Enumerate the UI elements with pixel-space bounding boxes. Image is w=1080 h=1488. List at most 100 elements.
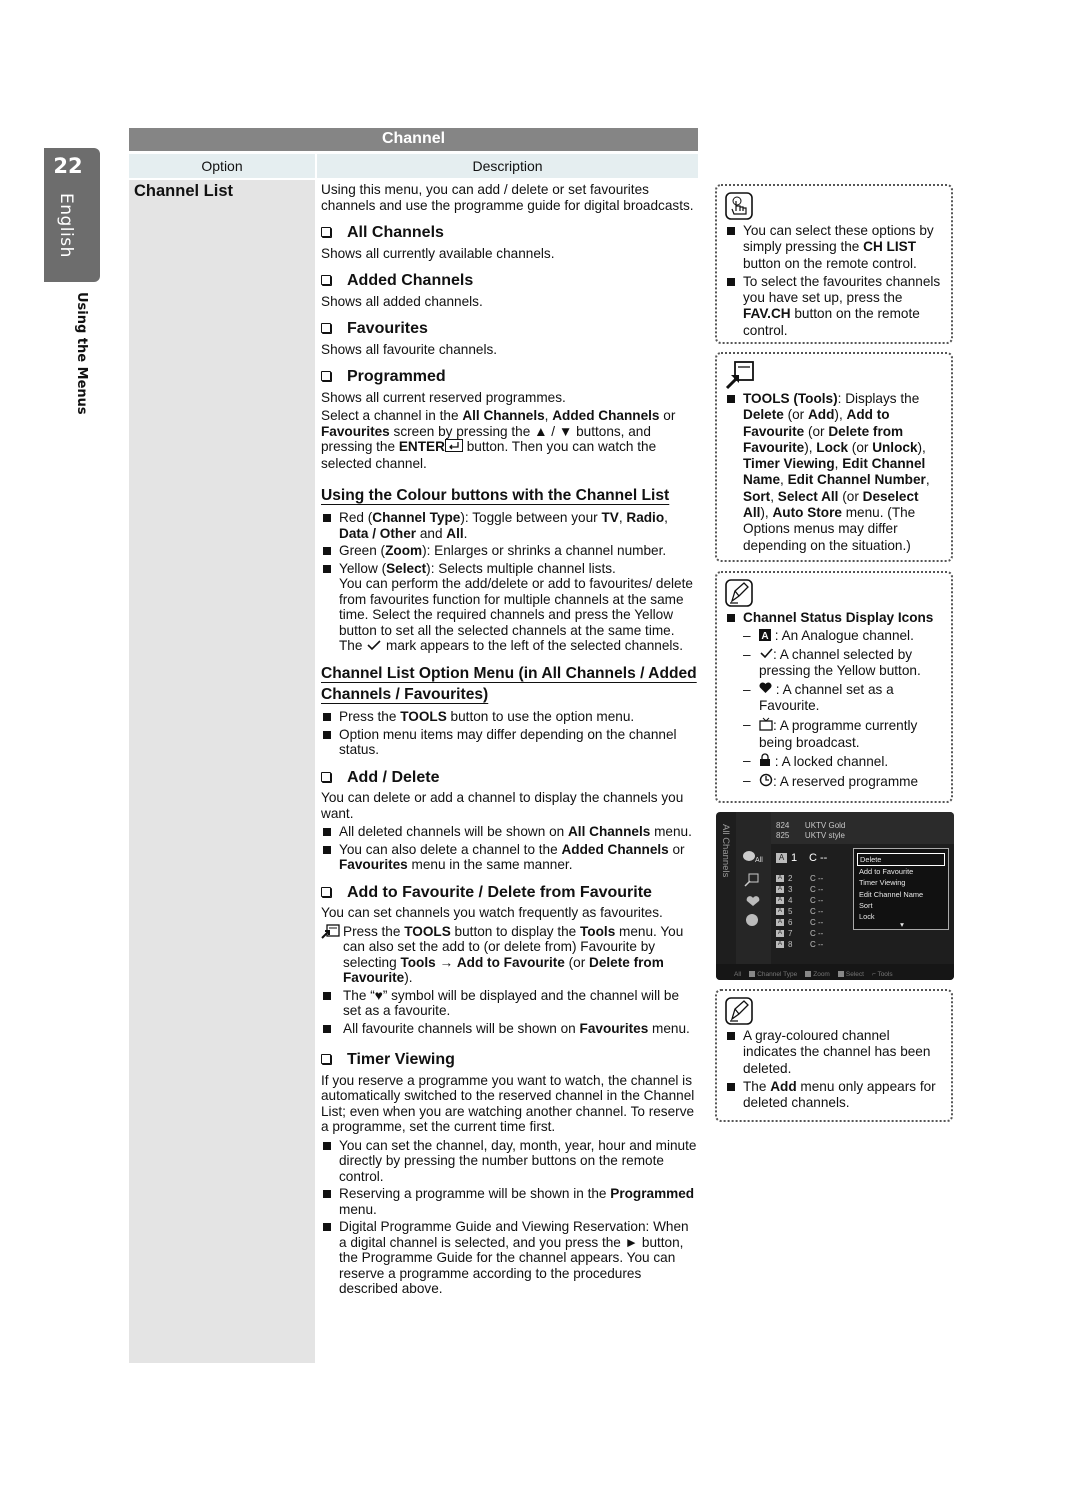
check-icon — [366, 639, 382, 655]
footer-tools-button: ⌐ Tools — [871, 970, 893, 978]
deleted-channel-panel: A gray-coloured channel indicates the ch… — [715, 989, 953, 1122]
channel-row[interactable]: A3C -- — [776, 885, 823, 894]
status-item: –: A reserved programme — [743, 773, 943, 791]
bullet-icon — [727, 1082, 735, 1091]
menu-item-sort[interactable]: Sort — [857, 900, 945, 911]
tools-icon: ⌐ — [871, 970, 876, 978]
checkbox-icon — [321, 371, 331, 381]
bullet-icon — [323, 1024, 331, 1033]
category-icons: All — [736, 812, 771, 964]
status-item: –: A programme currently being broadcast… — [743, 716, 918, 750]
status-item: – : A locked channel. — [743, 753, 943, 771]
analogue-icon: A — [776, 930, 784, 937]
bullet-icon — [323, 828, 331, 837]
list-item: Red (Channel Type): Toggle between your … — [321, 510, 699, 541]
all-channels-icon: All — [743, 851, 763, 864]
checkbox-icon — [321, 1054, 331, 1065]
tools-icon — [321, 924, 341, 943]
analogue-icon: A — [776, 919, 784, 926]
channel-row[interactable]: A4C -- — [776, 896, 823, 905]
sub-heading-favourites: Favourites — [321, 321, 699, 337]
bullet-icon — [323, 564, 331, 573]
item-text: Shows all currently available channels. — [321, 245, 555, 261]
hand-press-icon — [725, 192, 943, 220]
status-item: –: A channel selected by pressing the Ye… — [743, 646, 921, 679]
column-header-option: Option — [129, 154, 315, 178]
list-item: Option menu items may differ depending o… — [321, 727, 699, 758]
tv-channel-list-screen: All Channels All 824 UKTV Gold 825 UKTV … — [716, 812, 954, 980]
item-text: Shows all favourite channels. — [321, 341, 498, 357]
remote-tip-panel: You can select these options by simply p… — [715, 184, 953, 344]
table-title: Channel — [129, 128, 698, 151]
checkbox-icon — [321, 886, 331, 897]
option-name: Channel List — [134, 182, 234, 200]
sub-heading-add-delete: Add / Delete — [321, 770, 699, 786]
list-item: To select the favourites channels you ha… — [725, 274, 943, 339]
list-item: You can set the channel, day, month, yea… — [321, 1138, 699, 1185]
channel-row[interactable]: A5C -- — [776, 907, 823, 916]
analogue-icon: A — [776, 897, 784, 904]
lock-icon — [759, 753, 771, 771]
list-item: A gray-coloured channel indicates the ch… — [725, 1028, 943, 1077]
footer-red-button: Channel Type — [749, 971, 797, 978]
channel-row[interactable]: A2C -- — [776, 874, 823, 883]
channel-row[interactable]: A8C -- — [776, 940, 823, 949]
analogue-icon: A — [776, 886, 784, 893]
tools-option-menu: Delete Add to Favourite Timer Viewing Ed… — [853, 848, 949, 930]
bullet-icon — [323, 1190, 331, 1199]
list-item: Press the TOOLS button to display the To… — [321, 924, 699, 986]
checkbox-icon — [321, 275, 331, 285]
favourites-icon — [746, 896, 760, 906]
menu-item-timer-viewing[interactable]: Timer Viewing — [857, 877, 945, 888]
sub-heading-added-channels: Added Channels — [321, 273, 699, 289]
screen-footer: All Channel Type Zoom Select ⌐ Tools — [716, 964, 954, 980]
list-item: You can select these options by simply p… — [725, 223, 943, 272]
language-label: English — [56, 193, 76, 258]
channel-row[interactable]: A7C -- — [776, 929, 823, 938]
menu-item-edit-channel-name[interactable]: Edit Channel Name — [857, 889, 945, 900]
menu-item-add-to-favourite[interactable]: Add to Favourite — [857, 866, 945, 877]
selected-channel-row[interactable]: A1C -- — [776, 852, 827, 864]
list-item: All deleted channels will be shown on Al… — [321, 824, 699, 840]
status-icons-panel: Channel Status Display Icons – A : An Ana… — [715, 571, 953, 803]
heart-icon — [759, 682, 772, 698]
list-item: The “♥” symbol will be displayed and the… — [321, 988, 699, 1019]
list-item: Channel Status Display Icons — [725, 610, 943, 626]
tools-icon — [725, 360, 943, 390]
item-text: Shows all added channels. — [321, 293, 483, 309]
sub-heading-programmed: Programmed — [321, 369, 699, 385]
bullet-icon — [323, 730, 331, 739]
option-menu-heading: Channel List Option Menu (in All Channel… — [321, 665, 697, 704]
status-item: – A : An Analogue channel. — [743, 628, 914, 645]
bullet-icon — [323, 845, 331, 854]
top-channel-row: 824 UKTV Gold — [776, 821, 846, 830]
note-icon — [725, 579, 943, 607]
section-label: Using the Menus — [74, 292, 89, 415]
screen-side-label: All Channels — [720, 824, 731, 878]
page-number: 22 — [53, 154, 83, 178]
note-icon — [725, 997, 943, 1025]
bullet-icon — [323, 1223, 331, 1232]
channel-row[interactable]: A6C -- — [776, 918, 823, 927]
footer-yellow-button: Select — [837, 971, 864, 978]
list-item: Digital Programme Guide and Viewing Rese… — [321, 1219, 699, 1297]
status-item: – : A channel set as a Favourite. — [743, 681, 894, 714]
menu-scroll-down-icon[interactable]: ▾ — [857, 921, 945, 928]
svg-text:All: All — [755, 857, 763, 864]
side-tab: 22 English — [44, 148, 100, 282]
top-channel-row: 825 UKTV style — [776, 831, 845, 840]
checkbox-icon — [321, 323, 331, 333]
intro-text: Using this menu, you can add / delete or… — [321, 182, 694, 213]
list-item: You can also delete a channel to the Add… — [321, 842, 699, 873]
analogue-icon: A — [776, 875, 784, 882]
colour-buttons-heading: Using the Colour buttons with the Channe… — [321, 487, 670, 505]
menu-item-delete[interactable]: Delete — [857, 853, 945, 867]
analogue-icon: A — [759, 628, 771, 645]
list-item: Reserving a programme will be shown in t… — [321, 1186, 699, 1217]
tools-tip-panel: TOOLS (Tools): Displays the Delete (or A… — [715, 352, 953, 562]
analogue-icon: A — [776, 853, 787, 863]
check-icon — [759, 647, 773, 663]
description-column: Using this menu, you can add / delete or… — [321, 182, 699, 1299]
analogue-icon: A — [776, 941, 784, 948]
sub-heading-all-channels: All Channels — [321, 225, 699, 241]
